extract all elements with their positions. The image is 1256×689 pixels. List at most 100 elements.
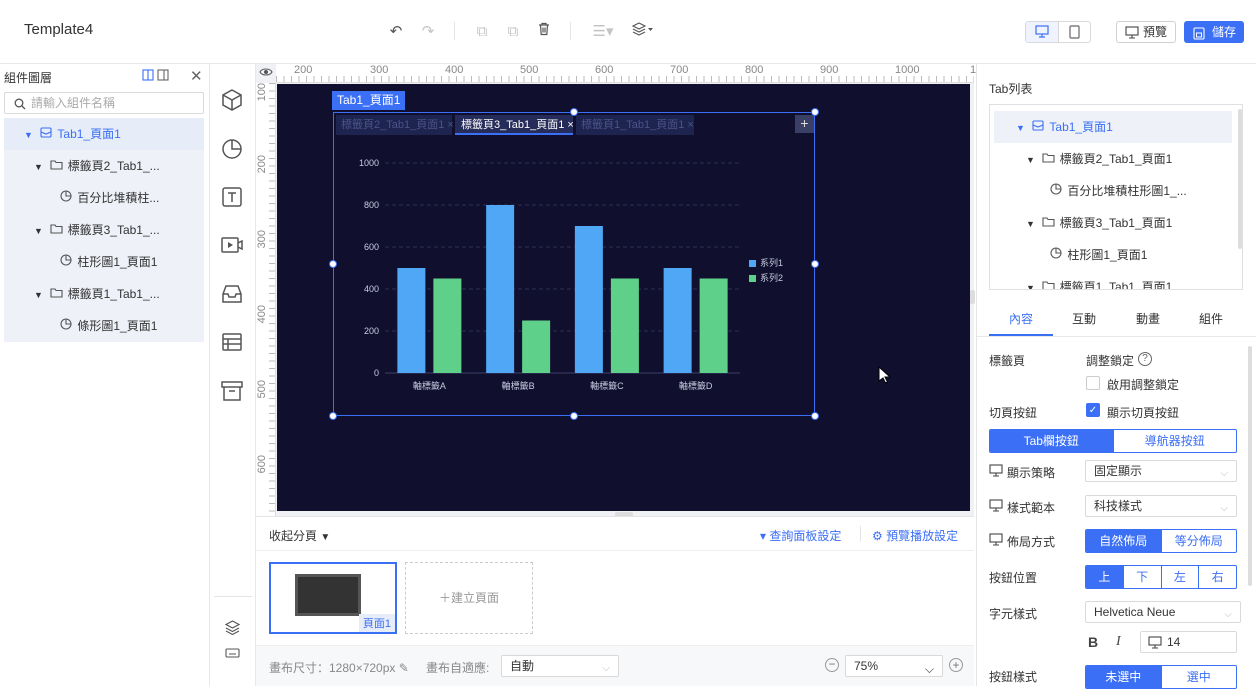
zoom-select[interactable]: 75% ⌵ bbox=[845, 655, 943, 677]
handle-bottom-left[interactable] bbox=[329, 412, 337, 420]
show-switch-checkbox[interactable]: ✓ bbox=[1086, 403, 1100, 417]
button-position-group: 上 下 左 右 bbox=[1085, 565, 1237, 589]
equal-layout-option[interactable]: 等分佈局 bbox=[1160, 530, 1237, 552]
tab-tree-item-page3[interactable]: ▼ 標籤頁3_Tab1_頁面1 bbox=[1026, 207, 1172, 239]
legend-label: 系列1 bbox=[760, 257, 783, 268]
container-icon[interactable] bbox=[220, 282, 244, 306]
preview-settings-link[interactable]: ⚙ 預覽播放設定 bbox=[872, 527, 958, 544]
collapse-pages-button[interactable]: 收起分頁 ▼ bbox=[269, 527, 330, 544]
copy-icon[interactable]: ⧉ bbox=[472, 22, 492, 42]
position-right-option[interactable]: 右 bbox=[1198, 566, 1236, 588]
position-bottom-option[interactable]: 下 bbox=[1122, 566, 1161, 588]
position-top-option[interactable]: 上 bbox=[1086, 566, 1123, 588]
italic-icon[interactable]: I bbox=[1116, 634, 1121, 650]
gear-icon: ⚙ bbox=[872, 529, 883, 543]
handle-bottom-right[interactable] bbox=[811, 412, 819, 420]
edit-icon[interactable]: ✎ bbox=[399, 661, 409, 675]
layers-dropdown-icon[interactable] bbox=[630, 22, 656, 42]
keyboard-icon[interactable] bbox=[225, 647, 240, 662]
page-label: 頁面1 bbox=[358, 614, 395, 632]
3d-cube-icon[interactable] bbox=[220, 88, 244, 112]
undo-icon[interactable]: ↶ bbox=[386, 22, 406, 42]
tab-component[interactable]: 組件 bbox=[1199, 310, 1223, 327]
layer-item-tab1[interactable]: ▼ Tab1_頁面1 bbox=[24, 118, 121, 150]
tab-tree-item-page2[interactable]: ▼ 標籤頁2_Tab1_頁面1 bbox=[1026, 143, 1172, 175]
panel-resize-handle[interactable] bbox=[970, 290, 975, 304]
panel-view-icon[interactable] bbox=[157, 69, 169, 84]
tab-bar-button-option[interactable]: Tab欄按鈕 bbox=[990, 430, 1113, 452]
layer-item-stacked-chart[interactable]: 百分比堆積柱... bbox=[60, 182, 159, 214]
tab-page3[interactable]: 標籤頁3_Tab1_頁面1 × bbox=[455, 115, 574, 135]
tab-tree-item-stacked[interactable]: 百分比堆積柱形圖1_... bbox=[1050, 175, 1187, 207]
font-style-label: 字元樣式 bbox=[989, 607, 1038, 621]
legend-label: 系列2 bbox=[760, 272, 783, 283]
layer-item-tabpage2[interactable]: ▼ 標籤頁2_Tab1_... bbox=[34, 150, 160, 182]
archive-icon[interactable] bbox=[220, 379, 244, 403]
tab-tree-item-tab1[interactable]: ▼ Tab1_頁面1 bbox=[1016, 111, 1113, 143]
delete-icon[interactable] bbox=[534, 22, 554, 42]
table-icon[interactable] bbox=[220, 330, 244, 354]
fit-select[interactable]: 自動 ⌵ bbox=[501, 655, 619, 677]
zoom-out-icon[interactable]: − bbox=[825, 658, 839, 672]
layer-item-tabpage1[interactable]: ▼ 標籤頁1_Tab1_... bbox=[34, 278, 160, 310]
handle-bottom[interactable] bbox=[570, 412, 578, 420]
pie-chart-icon bbox=[60, 182, 74, 214]
layer-item-tabpage3[interactable]: ▼ 標籤頁3_Tab1_... bbox=[34, 214, 160, 246]
save-button[interactable]: 儲存 bbox=[1184, 21, 1244, 43]
navigator-button-option[interactable]: 導航器按鈕 bbox=[1112, 430, 1237, 452]
query-settings-link[interactable]: ▾ 查詢面板設定 bbox=[760, 527, 841, 544]
style-template-select[interactable]: 科技樣式 ⌵ bbox=[1085, 495, 1237, 517]
font-family-select[interactable]: Helvetica Neue ⌵ bbox=[1085, 601, 1241, 623]
layer-item-column-chart[interactable]: 柱形圖1_頁面1 bbox=[60, 246, 157, 278]
desktop-icon[interactable] bbox=[1026, 22, 1059, 42]
property-scrollbar[interactable] bbox=[1248, 346, 1252, 586]
enable-lock-checkbox[interactable] bbox=[1086, 376, 1100, 390]
layer-search-input[interactable]: 請輸入組件名稱 bbox=[4, 92, 204, 114]
position-left-option[interactable]: 左 bbox=[1160, 566, 1199, 588]
handle-top[interactable] bbox=[570, 108, 578, 116]
x-tick-label: 軸標籤D bbox=[679, 380, 713, 391]
add-tab-icon[interactable]: + bbox=[795, 115, 814, 133]
thumbnail-preview bbox=[295, 574, 361, 616]
preview-button[interactable]: 預覽 bbox=[1116, 21, 1176, 43]
chevron-down-icon: ⌵ bbox=[1220, 468, 1228, 479]
page-thumbnail[interactable]: 頁面1 bbox=[269, 562, 397, 634]
split-view-icon[interactable] bbox=[142, 69, 154, 84]
layer-item-bar-chart[interactable]: 條形圖1_頁面1 bbox=[60, 310, 157, 342]
help-icon[interactable]: ? bbox=[1138, 352, 1152, 366]
scrollbar[interactable] bbox=[1238, 109, 1242, 249]
display-strategy-select[interactable]: 固定顯示 ⌵ bbox=[1085, 460, 1237, 482]
close-icon[interactable]: ✕ bbox=[190, 67, 203, 85]
mobile-icon[interactable] bbox=[1059, 22, 1091, 42]
bold-icon[interactable]: B bbox=[1088, 634, 1098, 650]
tab-page2[interactable]: 標籤頁2_Tab1_頁面1 × bbox=[336, 115, 454, 135]
tab-animation[interactable]: 動畫 bbox=[1136, 310, 1160, 327]
unselected-style-option[interactable]: 未選中 bbox=[1086, 666, 1161, 688]
paste-icon[interactable]: ⧉ bbox=[503, 22, 523, 42]
pie-chart-icon bbox=[1050, 175, 1064, 207]
align-icon[interactable]: ☰▾ bbox=[590, 22, 616, 42]
zoom-in-icon[interactable]: + bbox=[949, 658, 963, 672]
bar bbox=[486, 205, 515, 373]
tab-interaction[interactable]: 互動 bbox=[1072, 310, 1096, 327]
bar bbox=[397, 268, 426, 373]
selected-style-option[interactable]: 選中 bbox=[1160, 666, 1237, 688]
layers-icon[interactable] bbox=[224, 620, 241, 638]
font-size-input[interactable]: 14 bbox=[1140, 631, 1237, 653]
eye-icon[interactable] bbox=[259, 66, 273, 81]
text-icon[interactable] bbox=[220, 185, 244, 209]
tab-tree-item-column[interactable]: 柱形圖1_頁面1 bbox=[1050, 239, 1147, 271]
tab-page1[interactable]: 標籤頁1_Tab1_頁面1 × bbox=[576, 115, 694, 135]
media-icon[interactable] bbox=[220, 233, 244, 257]
monitor-icon bbox=[989, 533, 1003, 549]
natural-layout-option[interactable]: 自然佈局 bbox=[1086, 530, 1161, 552]
new-page-button[interactable]: ＋建立頁面 bbox=[405, 562, 533, 634]
redo-icon[interactable]: ↷ bbox=[418, 22, 438, 42]
handle-left[interactable] bbox=[329, 260, 337, 268]
handle-right[interactable] bbox=[811, 260, 819, 268]
chart-icon[interactable] bbox=[220, 136, 244, 160]
tab-tree-item-page1[interactable]: ▼ 標籤頁1_Tab1_頁面1 bbox=[1026, 271, 1172, 289]
ruler-ticks bbox=[276, 76, 974, 82]
tab-content[interactable]: 內容 bbox=[1009, 310, 1033, 327]
handle-top-right[interactable] bbox=[811, 108, 819, 116]
